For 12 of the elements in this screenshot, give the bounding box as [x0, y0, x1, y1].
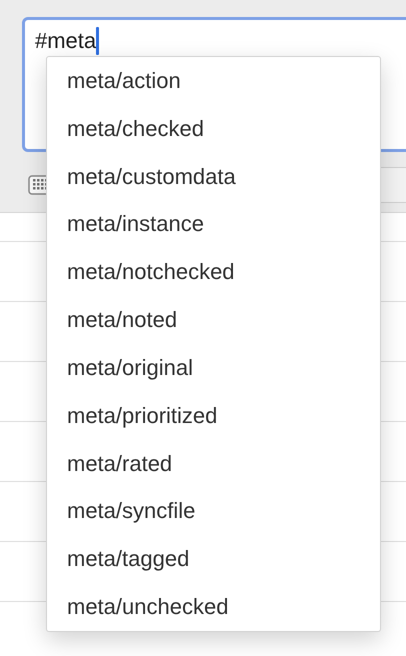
suggestion-item[interactable]: meta/checked	[47, 104, 380, 153]
suggestion-item[interactable]: meta/notchecked	[47, 248, 380, 296]
suggestion-item[interactable]: meta/tagged	[47, 535, 380, 584]
suggestion-item[interactable]: meta/action	[47, 57, 380, 105]
suggestion-item[interactable]: meta/prioritized	[47, 392, 380, 440]
suggestion-item[interactable]: meta/noted	[47, 296, 380, 344]
suggestion-item[interactable]: meta/rated	[47, 440, 380, 488]
suggestion-item[interactable]: meta/syncfile	[47, 487, 380, 536]
suggestion-item[interactable]: meta/instance	[47, 200, 380, 248]
suggestion-item[interactable]: meta/original	[47, 344, 380, 392]
suggestion-item[interactable]: meta/unchecked	[47, 583, 380, 631]
suggestion-item[interactable]: meta/customdata	[47, 152, 380, 200]
